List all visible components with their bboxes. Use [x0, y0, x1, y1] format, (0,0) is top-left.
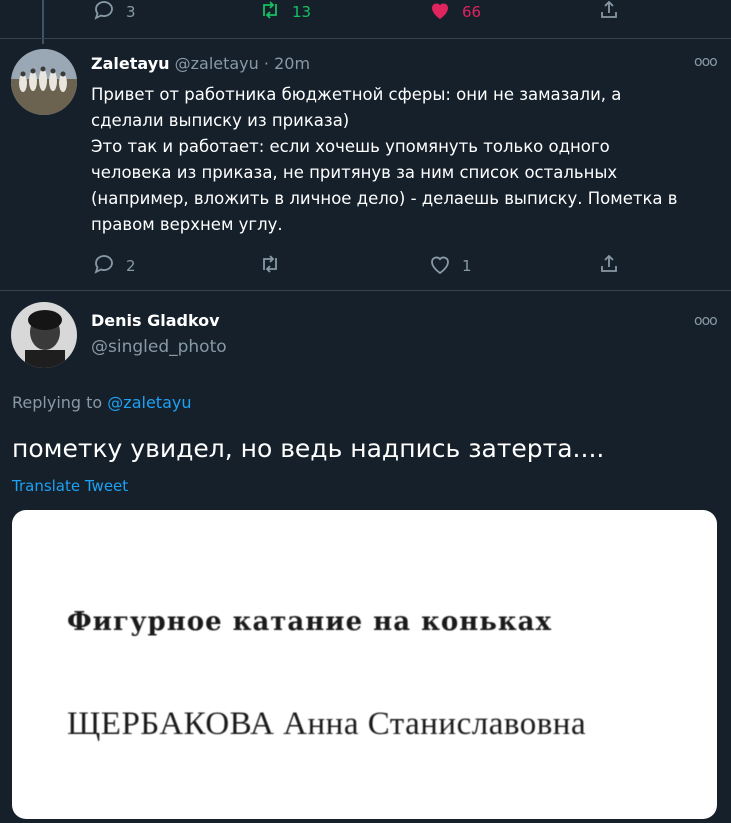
separator-dot: · — [263, 54, 269, 73]
author-handle[interactable]: @zaletayu — [175, 54, 259, 73]
avatar[interactable] — [11, 302, 77, 368]
like-count: 1 — [462, 257, 472, 275]
share-button[interactable] — [597, 252, 621, 280]
image-text-line1: Фигурное катание на коньках — [67, 607, 553, 637]
author-name[interactable]: Denis Gladkov — [91, 311, 220, 330]
replying-label: Replying to — [12, 393, 103, 412]
tweet-time[interactable]: 20m — [274, 54, 310, 73]
reply-icon — [92, 252, 116, 280]
tweet-image[interactable]: Фигурное катание на коньках ЩЕРБАКОВА Ан… — [12, 510, 717, 819]
like-button[interactable]: 1 — [428, 252, 472, 280]
more-icon[interactable]: ooo — [694, 54, 718, 70]
tweet-text: пометку увидел, но ведь надпись затерта.… — [12, 434, 605, 463]
divider — [0, 290, 731, 291]
replying-handle-link[interactable]: @zaletayu — [107, 393, 191, 412]
like-count: 66 — [462, 3, 482, 21]
translate-tweet-link[interactable]: Translate Tweet — [12, 477, 128, 495]
like-icon — [428, 252, 452, 280]
reply-count: 3 — [126, 3, 136, 21]
retweet-count: 13 — [292, 3, 312, 21]
retweet-icon — [258, 0, 282, 26]
reply-button[interactable]: 3 — [92, 0, 136, 26]
share-icon — [597, 0, 621, 26]
like-icon — [428, 0, 452, 26]
retweet-button[interactable]: 13 — [258, 0, 311, 26]
more-icon[interactable]: ooo — [694, 313, 718, 329]
reply-icon — [92, 0, 116, 26]
divider — [0, 38, 731, 39]
author-handle[interactable]: @singled_photo — [91, 337, 227, 357]
reply-count: 2 — [126, 257, 136, 275]
like-button[interactable]: 66 — [428, 0, 481, 26]
retweet-icon — [258, 252, 282, 280]
share-button[interactable] — [597, 0, 621, 26]
retweet-button[interactable] — [258, 252, 282, 280]
author-name[interactable]: Zaletayu — [91, 54, 170, 73]
tweet-text: Привет от работника бюджетной сферы: они… — [91, 85, 678, 234]
tweet-header: Zaletayu @zaletayu · 20m — [91, 54, 310, 73]
replying-to: Replying to @zaletayu — [12, 393, 191, 412]
image-text-line2: ЩЕРБАКОВА Анна Станиславовна — [67, 706, 587, 742]
reply-button[interactable]: 2 — [92, 252, 136, 280]
avatar[interactable] — [11, 49, 77, 115]
share-icon — [597, 252, 621, 280]
